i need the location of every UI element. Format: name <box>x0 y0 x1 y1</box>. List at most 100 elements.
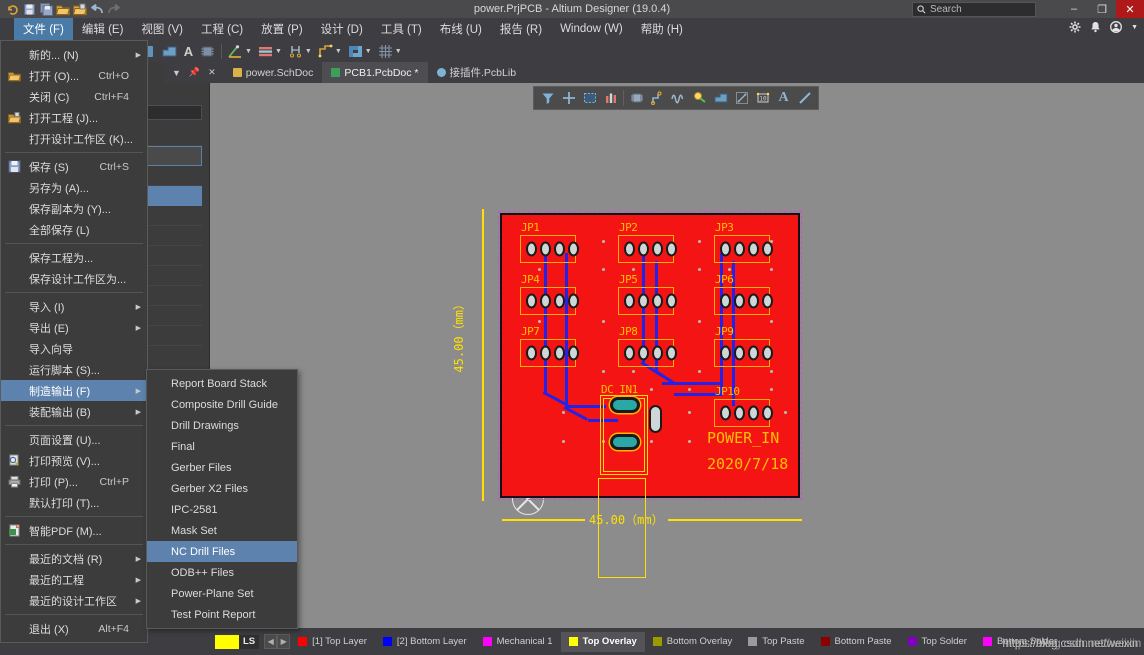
menu-item-import[interactable]: 导入 (I) ▶ <box>1 296 147 317</box>
pad[interactable] <box>666 293 677 309</box>
pad[interactable] <box>748 293 759 309</box>
polygon-pour-icon[interactable] <box>347 43 364 60</box>
dc-in1-pad-2[interactable] <box>610 434 640 450</box>
pad[interactable] <box>748 345 759 361</box>
menu-view[interactable]: 视图 (V) <box>132 18 192 40</box>
submenu-item-drill-drawings[interactable]: Drill Drawings <box>147 415 297 436</box>
submenu-item-gerber-files[interactable]: Gerber Files <box>147 457 297 478</box>
pad[interactable] <box>652 345 663 361</box>
pad[interactable] <box>652 293 663 309</box>
chevron-down-icon[interactable]: ▼ <box>245 48 252 55</box>
layer-tab-top-layer[interactable]: [1] Top Layer <box>290 632 375 652</box>
menu-reports[interactable]: 报告 (R) <box>491 18 551 40</box>
menu-item-assembly-outputs[interactable]: 装配输出 (B) ▶ <box>1 401 147 422</box>
layer-stack-icon[interactable]: 10 <box>752 88 773 109</box>
close-button[interactable]: ✕ <box>1116 0 1144 18</box>
layer-tab-top-overlay[interactable]: Top Overlay <box>560 631 645 652</box>
pad[interactable] <box>762 345 773 361</box>
close-icon[interactable]: ✕ <box>208 67 216 78</box>
menu-edit[interactable]: 编辑 (E) <box>73 18 133 40</box>
pad[interactable] <box>568 345 579 361</box>
component-icon[interactable] <box>199 43 216 60</box>
pad[interactable] <box>624 241 635 257</box>
connector-jp10[interactable] <box>714 399 773 427</box>
dc-in1-slot[interactable] <box>649 405 662 433</box>
submenu-item-test-point-report[interactable]: Test Point Report <box>147 604 297 625</box>
layer-tab-bottom-overlay[interactable]: Bottom Overlay <box>645 632 740 652</box>
pad[interactable] <box>554 345 565 361</box>
pad[interactable] <box>624 345 635 361</box>
file-menu-dropdown[interactable]: 新的... (N) ▶ 打开 (O)... Ctrl+O 关闭 (C) Ctrl… <box>0 40 148 643</box>
menu-item-open[interactable]: 打开 (O)... Ctrl+O <box>1 65 147 86</box>
filter-icon[interactable] <box>537 88 558 109</box>
pad[interactable] <box>526 293 537 309</box>
redo-icon[interactable] <box>107 2 121 16</box>
pad[interactable] <box>720 345 731 361</box>
pad[interactable] <box>568 293 579 309</box>
connector-jp5[interactable] <box>618 287 677 315</box>
open-icon[interactable] <box>56 2 70 16</box>
chevron-down-icon[interactable]: ▼ <box>1131 24 1138 31</box>
pad[interactable] <box>568 241 579 257</box>
pad[interactable] <box>762 241 773 257</box>
dc-in1-pad-1[interactable] <box>610 397 640 413</box>
menu-item-new[interactable]: 新的... (N) ▶ <box>1 44 147 65</box>
pad[interactable] <box>748 405 759 421</box>
save-all-icon[interactable] <box>39 2 53 16</box>
connector-jp1[interactable] <box>520 235 579 263</box>
chevron-down-icon[interactable]: ▼ <box>395 48 402 55</box>
select-area-icon[interactable] <box>579 88 600 109</box>
layer-set-chip[interactable]: LS <box>215 634 260 649</box>
pad[interactable] <box>720 293 731 309</box>
menu-tools[interactable]: 工具 (T) <box>372 18 431 40</box>
text-icon[interactable]: A <box>773 88 794 109</box>
menu-item-open-workspace[interactable]: 打开设计工作区 (K)... <box>1 128 147 149</box>
component-icon[interactable] <box>626 88 647 109</box>
menu-item-page-setup[interactable]: 页面设置 (U)... <box>1 429 147 450</box>
menu-item-print-preview[interactable]: 打印预览 (V)... <box>1 450 147 471</box>
menu-file[interactable]: 文件 (F) <box>14 18 73 40</box>
menu-item-exit[interactable]: 退出 (X) Alt+F4 <box>1 618 147 639</box>
menu-project[interactable]: 工程 (C) <box>192 18 252 40</box>
measure-icon[interactable] <box>600 88 621 109</box>
pad[interactable] <box>554 293 565 309</box>
bell-icon[interactable] <box>1090 21 1101 33</box>
save-icon[interactable] <box>22 2 36 16</box>
menu-item-run-script[interactable]: 运行脚本 (S)... <box>1 359 147 380</box>
pad[interactable] <box>638 241 649 257</box>
menu-help[interactable]: 帮助 (H) <box>632 18 692 40</box>
pad[interactable] <box>638 293 649 309</box>
submenu-item-mask-set[interactable]: Mask Set <box>147 520 297 541</box>
place-icon[interactable] <box>317 43 334 60</box>
submenu-item-odb-files[interactable]: ODB++ Files <box>147 562 297 583</box>
menu-item-default-print[interactable]: 默认打印 (T)... <box>1 492 147 513</box>
pin-icon[interactable]: 📌 <box>189 67 200 78</box>
menu-item-export[interactable]: 导出 (E) ▶ <box>1 317 147 338</box>
submenu-item-composite-drill-guide[interactable]: Composite Drill Guide <box>147 394 297 415</box>
menu-item-open-project[interactable]: 打开工程 (J)... <box>1 107 147 128</box>
chevron-down-icon[interactable]: ▼ <box>365 48 372 55</box>
menu-design[interactable]: 设计 (D) <box>312 18 372 40</box>
menu-window[interactable]: Window (W) <box>551 20 632 38</box>
connector-jp2[interactable] <box>618 235 677 263</box>
menu-item-save-copy-as[interactable]: 保存副本为 (Y)... <box>1 198 147 219</box>
pad[interactable] <box>638 345 649 361</box>
route-icon[interactable] <box>647 88 668 109</box>
crosshair-icon[interactable] <box>558 88 579 109</box>
pad[interactable] <box>526 345 537 361</box>
dimension-icon[interactable] <box>287 43 304 60</box>
fabrication-outputs-submenu[interactable]: Report Board Stack Composite Drill Guide… <box>146 369 298 629</box>
submenu-item-nc-drill-files[interactable]: NC Drill Files <box>147 541 297 562</box>
via-icon[interactable] <box>689 88 710 109</box>
menu-item-save-project-as[interactable]: 保存工程为... <box>1 247 147 268</box>
tab-power-schdoc[interactable]: power.SchDoc <box>224 62 323 83</box>
menu-item-smart-pdf[interactable]: 智能PDF (M)... <box>1 520 147 541</box>
menu-item-recent-workspaces[interactable]: 最近的设计工作区 ▶ <box>1 590 147 611</box>
gear-icon[interactable] <box>1069 21 1081 33</box>
menu-item-close[interactable]: 关闭 (C) Ctrl+F4 <box>1 86 147 107</box>
line-icon[interactable] <box>794 88 815 109</box>
pad[interactable] <box>762 405 773 421</box>
polygon-icon[interactable] <box>161 43 178 60</box>
pad[interactable] <box>540 345 551 361</box>
chevron-down-icon[interactable]: ▼ <box>335 48 342 55</box>
